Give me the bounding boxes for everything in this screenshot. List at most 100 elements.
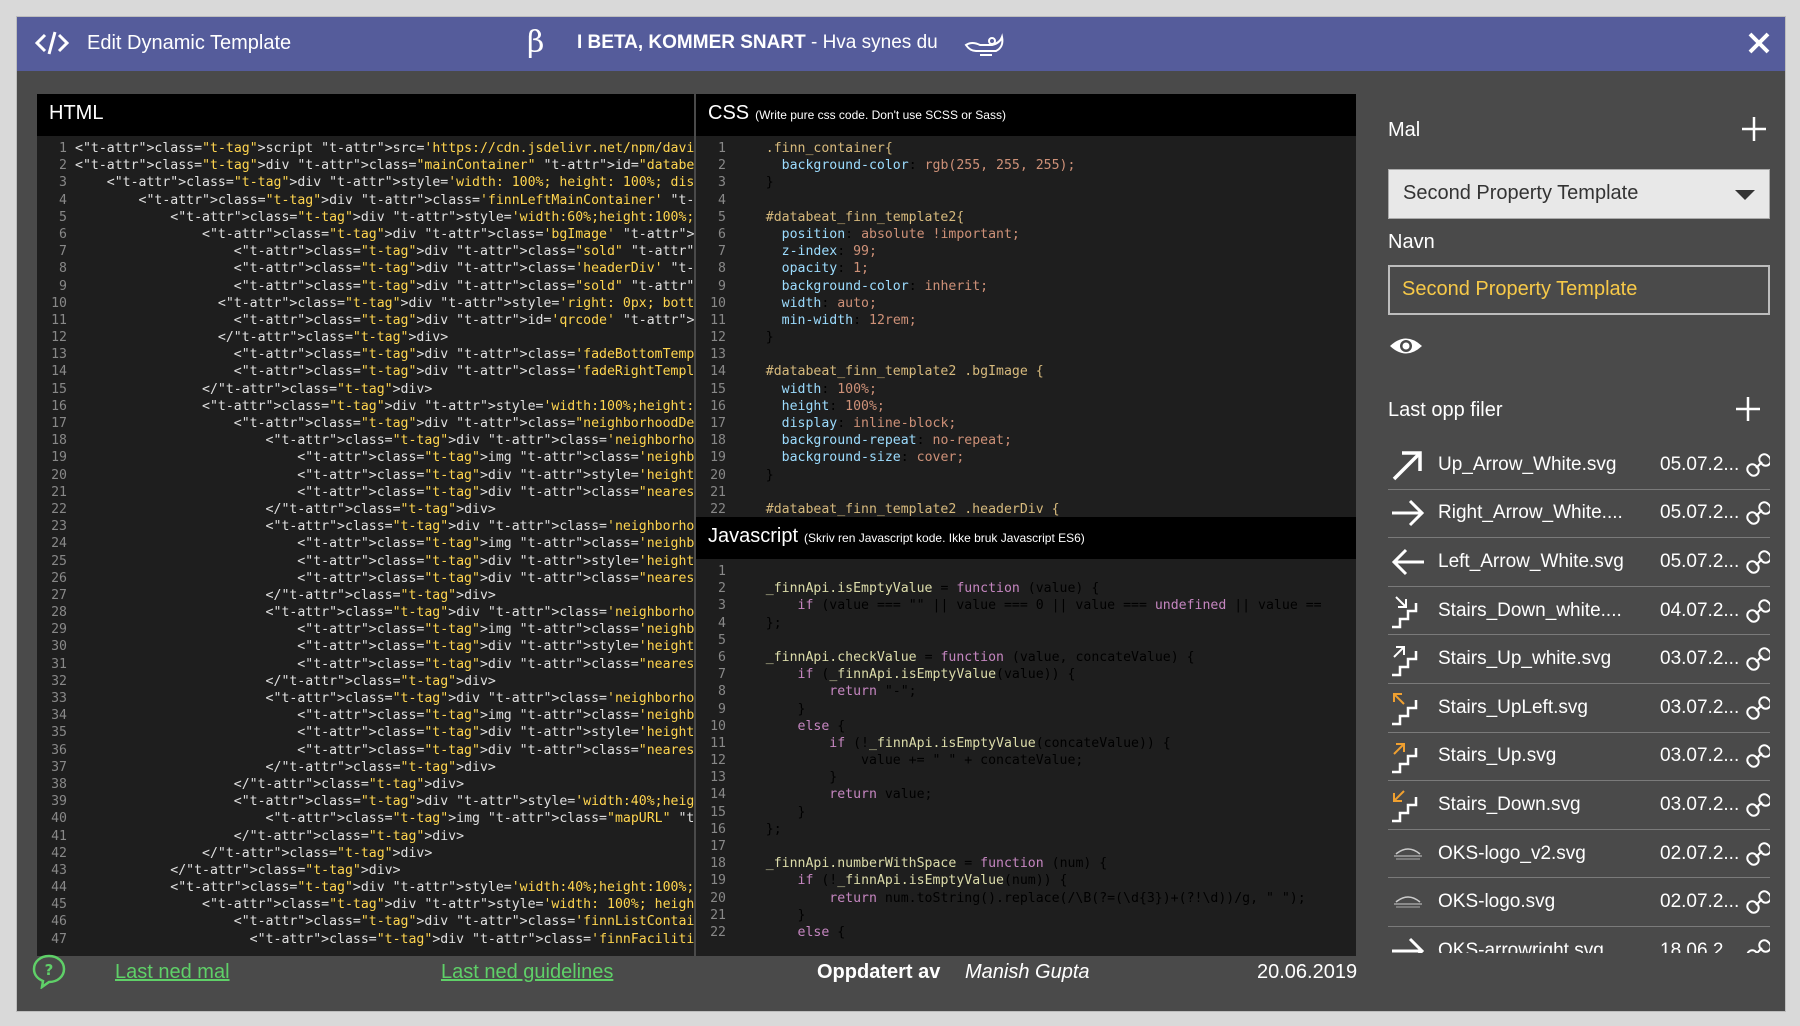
css-code-line: 14 #databeat_finn_template2 .bgImage { [696, 363, 1356, 380]
code-text: } [734, 175, 774, 191]
line-number: 16 [51, 398, 67, 414]
html-code-line: 35 <"t-attr">class="t-tag">div "t-attr">… [37, 724, 694, 741]
html-code-line: 30 <"t-attr">class="t-tag">div "t-attr">… [37, 638, 694, 655]
line-number: 37 [51, 759, 67, 775]
template-select-value: Second Property Template [1403, 182, 1639, 204]
link-icon[interactable] [1746, 743, 1770, 769]
code-text: } [734, 701, 806, 717]
js-code-line: 1 [696, 563, 1356, 580]
code-text: if (value === "" || value === 0 || value… [797, 598, 1322, 614]
code-text: </"t-attr">class="t-tag">div> [75, 587, 496, 603]
code-text: </"t-attr">class="t-tag">div> [75, 845, 433, 861]
code-text: <"t-attr">class="t-tag">div "t-attr">cla… [75, 226, 694, 242]
line-number: 20 [710, 467, 726, 483]
code-text: <"t-attr">class="t-tag">div "t-attr">cla… [75, 433, 694, 449]
add-template-plus-icon[interactable] [1740, 115, 1768, 143]
file-row[interactable]: Stairs_Up_white.svg 03.07.2... [1388, 635, 1770, 684]
file-row[interactable]: Right_Arrow_White.... 05.07.2... [1388, 490, 1770, 539]
code-text: z-index: 99; [781, 244, 877, 260]
js-code-line: 2 _finnApi.isEmptyValue = function (valu… [696, 580, 1356, 597]
download-template-link[interactable]: Last ned mal [115, 961, 230, 984]
line-number: 16 [710, 821, 726, 837]
js-panel-title: Javascript [708, 525, 799, 547]
code-text: position: absolute !important; [781, 226, 1020, 242]
mal-label: Mal [1388, 119, 1421, 141]
line-number: 46 [51, 914, 67, 930]
beta-notice-rest[interactable]: - Hva synes du [806, 32, 938, 53]
line-number: 14 [51, 364, 67, 380]
line-number: 12 [710, 753, 726, 769]
code-text: #databeat_finn_template2{ [734, 209, 965, 225]
html-code-line: 46 <"t-attr">class="t-tag">div "t-attr">… [37, 913, 694, 930]
code-text: _finnApi.checkValue = function (value, c… [765, 649, 1195, 665]
link-icon[interactable] [1746, 646, 1770, 672]
code-text: <"t-attr">class="t-tag">div "t-attr">cla… [75, 742, 694, 758]
line-number: 29 [51, 622, 67, 638]
line-number: 24 [51, 536, 67, 552]
link-icon[interactable] [1746, 841, 1770, 867]
line-number: 18 [710, 856, 726, 872]
file-row[interactable]: OKS-logo.svg 02.07.2... [1388, 878, 1770, 927]
close-icon[interactable] [1745, 29, 1773, 57]
file-name: Stairs_Up.svg [1438, 745, 1557, 767]
link-icon[interactable] [1746, 598, 1770, 624]
code-text: </"t-attr">class="t-tag">div> [75, 759, 496, 775]
html-code-line: 44 <"t-attr">class="t-tag">div "t-attr">… [37, 879, 694, 896]
html-code-editor[interactable]: 1 <"t-attr">class="t-tag">script "t-attr"… [37, 136, 694, 956]
upload-plus-icon[interactable] [1734, 395, 1762, 423]
file-row[interactable]: Stairs_Down_white.... 04.07.2... [1388, 587, 1770, 636]
download-guidelines-link[interactable]: Last ned guidelines [441, 961, 613, 984]
js-code-editor[interactable]: 12 _finnApi.isEmptyValue = function (val… [696, 559, 1356, 956]
code-text: _finnApi.numberWithSpace = function (num… [765, 856, 1108, 872]
file-date: 05.07.2... [1660, 550, 1740, 572]
line-number: 2 [718, 158, 726, 174]
template-name-input[interactable]: Second Property Template [1388, 265, 1770, 315]
help-bubble-icon[interactable]: ? [31, 953, 67, 989]
link-icon[interactable] [1746, 938, 1770, 953]
file-row[interactable]: OKS-arrowright.svg 18.06.2... [1388, 927, 1770, 953]
eye-icon[interactable] [1388, 333, 1424, 359]
file-row[interactable]: Stairs_UpLeft.svg 03.07.2... [1388, 684, 1770, 733]
code-text: <"t-attr">class="t-tag">img "t-attr">cla… [75, 811, 694, 827]
file-row[interactable]: Stairs_Down.svg 03.07.2... [1388, 781, 1770, 830]
file-name: OKS-arrowright.svg [1438, 939, 1604, 953]
line-number: 11 [710, 735, 726, 751]
line-number: 33 [51, 691, 67, 706]
file-name: Stairs_Down.svg [1438, 793, 1581, 815]
line-number: 4 [718, 192, 726, 208]
file-row[interactable]: Left_Arrow_White.svg 05.07.2... [1388, 538, 1770, 587]
line-number: 13 [51, 347, 67, 363]
updated-by-name: Manish Gupta [965, 961, 1090, 983]
line-number: 21 [710, 484, 726, 500]
line-number: 21 [710, 907, 726, 923]
link-icon[interactable] [1746, 452, 1770, 478]
dialog-window: Edit Dynamic Template β I BETA, KOMMER S… [16, 16, 1786, 1012]
template-select[interactable]: Second Property Template [1388, 169, 1770, 219]
magic-lamp-icon[interactable] [962, 29, 1006, 59]
code-text: <"t-attr">class="t-tag">div "t-attr">cla… [75, 484, 694, 500]
html-code-line: 8 <"t-attr">class="t-tag">div "t-attr">c… [37, 260, 694, 277]
line-number: 15 [51, 381, 67, 397]
line-number: 14 [710, 364, 726, 380]
file-row[interactable]: Up_Arrow_White.svg 05.07.2... [1388, 441, 1770, 490]
js-code-line: 16 }; [696, 821, 1356, 838]
code-text: <"t-attr">class="t-tag">div "t-attr">sty… [75, 794, 694, 810]
link-icon[interactable] [1746, 889, 1770, 915]
file-name: Stairs_UpLeft.svg [1438, 696, 1588, 718]
file-row[interactable]: OKS-logo_v2.svg 02.07.2... [1388, 830, 1770, 879]
line-number: 3 [718, 598, 726, 614]
link-icon[interactable] [1746, 792, 1770, 818]
js-code-line: 6 _finnApi.checkValue = function (value,… [696, 649, 1356, 666]
css-code-line: 3 } [696, 174, 1356, 191]
html-code-line: 3 <"t-attr">class="t-tag">div "t-attr">s… [37, 174, 694, 191]
link-icon[interactable] [1746, 695, 1770, 721]
file-row[interactable]: Stairs_Up.svg 03.07.2... [1388, 733, 1770, 782]
link-icon[interactable] [1746, 549, 1770, 575]
css-code-editor[interactable]: 1 .finn_container{2 background-color: rg… [696, 136, 1356, 531]
chevron-down-icon [1735, 190, 1755, 200]
js-code-line: 8 return "-"; [696, 683, 1356, 700]
link-icon[interactable] [1746, 500, 1770, 526]
html-code-line: 20 <"t-attr">class="t-tag">div "t-attr">… [37, 467, 694, 484]
code-text: <"t-attr">class="t-tag">div "t-attr">cla… [75, 931, 694, 947]
up-right-arrow-icon [1392, 451, 1422, 481]
